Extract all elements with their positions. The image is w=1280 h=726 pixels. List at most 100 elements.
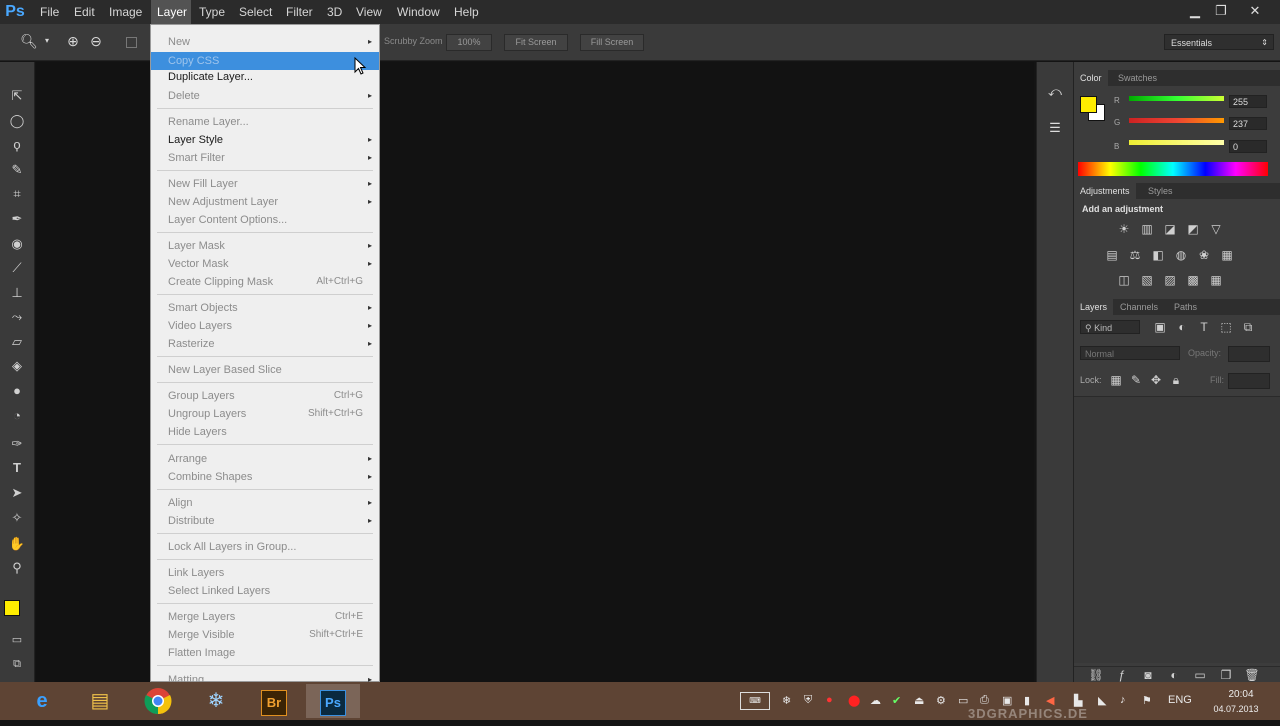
language-indicator[interactable]: ENG bbox=[1168, 694, 1192, 706]
quick-selection-icon[interactable]: ✎ bbox=[6, 160, 28, 180]
history-brush-icon[interactable]: ⤳ bbox=[6, 307, 28, 327]
layer-menu-item[interactable]: Video Layers ▸ bbox=[151, 317, 379, 335]
layer-menu-item[interactable]: New Layer Based Slice bbox=[151, 361, 379, 379]
tray-record-icon[interactable]: ● bbox=[826, 694, 833, 706]
healing-brush-icon[interactable]: ◉ bbox=[6, 234, 28, 254]
filter-pixel-icon[interactable]: ▣ bbox=[1152, 320, 1168, 334]
file-explorer-icon[interactable]: ▤ bbox=[76, 684, 124, 718]
resize-windows-checkbox[interactable] bbox=[126, 37, 137, 48]
elliptical-marquee-icon[interactable]: ◯ bbox=[6, 111, 28, 131]
tray-snowflake-icon[interactable]: ❄ bbox=[782, 694, 791, 707]
tray-alert-icon[interactable]: ⬤ bbox=[848, 694, 860, 707]
clone-stamp-icon[interactable]: ⊥ bbox=[6, 283, 28, 303]
lock-position-icon[interactable]: ✥ bbox=[1148, 373, 1164, 387]
layer-menu-item[interactable]: Select Linked Layers bbox=[151, 582, 379, 600]
brightness-contrast-icon[interactable]: ☀ bbox=[1116, 222, 1132, 236]
tray-shield-icon[interactable]: ⛨ bbox=[804, 694, 812, 707]
levels-icon[interactable]: ▥ bbox=[1139, 222, 1155, 236]
layer-menu-item[interactable]: Distribute ▸ bbox=[151, 512, 379, 530]
layer-menu-item[interactable]: Layer Style ▸ bbox=[151, 131, 379, 149]
zoom-tool-icon[interactable]: 🔍︎ bbox=[20, 32, 38, 50]
layer-menu-item[interactable]: Rename Layer... bbox=[151, 113, 379, 131]
history-panel-icon[interactable]: ⤺ bbox=[1045, 82, 1065, 102]
vibrance-icon[interactable]: ▽ bbox=[1208, 222, 1224, 236]
fg-color-chip[interactable] bbox=[1080, 96, 1097, 113]
layer-menu-item[interactable]: Link Layers bbox=[151, 564, 379, 582]
add-mask-icon[interactable]: ◙ bbox=[1140, 668, 1156, 682]
eraser-tool-icon[interactable]: ▱ bbox=[6, 332, 28, 352]
type-tool-icon[interactable]: T bbox=[6, 458, 28, 478]
foreground-color-swatch[interactable] bbox=[4, 600, 20, 616]
tray-flag-icon[interactable]: ⚑ bbox=[1142, 694, 1152, 707]
hand-tool-icon[interactable]: ✋ bbox=[6, 534, 28, 554]
link-layers-icon[interactable]: ⛓ bbox=[1088, 668, 1104, 682]
layers-list[interactable] bbox=[1074, 396, 1280, 663]
fx-icon[interactable]: ƒ bbox=[1114, 668, 1130, 682]
channel-r-value[interactable]: 255 bbox=[1229, 95, 1267, 108]
snowflake-app-icon[interactable]: ❄ bbox=[192, 684, 240, 718]
gradient-map-icon[interactable]: ▩ bbox=[1185, 273, 1201, 287]
filter-shape-icon[interactable]: ⬚ bbox=[1218, 320, 1234, 334]
menu-window[interactable]: Window bbox=[391, 0, 446, 24]
layer-menu-item[interactable]: Flatten Image bbox=[151, 644, 379, 662]
channel-mixer-icon[interactable]: ❀ bbox=[1196, 248, 1212, 262]
layer-menu-item[interactable]: Ungroup Layers Shift+Ctrl+G bbox=[151, 405, 379, 423]
color-lookup-icon[interactable]: ▦ bbox=[1219, 248, 1235, 262]
zoom-out-icon[interactable]: ⊖ bbox=[87, 32, 105, 50]
layer-menu-item[interactable]: New ▸ bbox=[151, 33, 379, 51]
menu-file[interactable]: File bbox=[34, 0, 65, 24]
menu-select[interactable]: Select bbox=[233, 0, 278, 24]
layer-menu-item[interactable]: Smart Objects ▸ bbox=[151, 299, 379, 317]
tray-gear-icon[interactable]: ⚙ bbox=[936, 694, 946, 707]
photoshop-taskbar-icon[interactable]: Ps bbox=[306, 684, 360, 718]
fit-screen-button[interactable]: Fit Screen bbox=[504, 34, 568, 51]
move-tool-icon[interactable]: ⇱ bbox=[6, 86, 28, 106]
tab-styles[interactable]: Styles bbox=[1142, 183, 1179, 199]
zoom-in-icon[interactable]: ⊕ bbox=[64, 32, 82, 50]
actual-pixels-button[interactable]: 100% bbox=[446, 34, 492, 51]
new-adjustment-icon[interactable]: ◐ bbox=[1166, 668, 1182, 682]
layer-menu-item[interactable]: Merge Layers Ctrl+E bbox=[151, 608, 379, 626]
crop-tool-icon[interactable]: ⌗ bbox=[6, 184, 28, 204]
tray-speaker-icon[interactable]: ♪ bbox=[1120, 694, 1126, 706]
tray-usb-icon[interactable]: ⏏ bbox=[914, 694, 924, 707]
path-selection-icon[interactable]: ➤ bbox=[6, 483, 28, 503]
exposure-icon[interactable]: ◩ bbox=[1185, 222, 1201, 236]
screen-mode-icon[interactable]: ⧉ bbox=[6, 654, 28, 674]
menu-type[interactable]: Type bbox=[193, 0, 231, 24]
menu-3d[interactable]: 3D bbox=[321, 0, 348, 24]
menu-filter[interactable]: Filter bbox=[280, 0, 319, 24]
layer-menu-item[interactable]: Merge Visible Shift+Ctrl+E bbox=[151, 626, 379, 644]
pen-tool-icon[interactable]: ✑ bbox=[6, 434, 28, 454]
tab-color[interactable]: Color bbox=[1074, 70, 1108, 86]
channel-b-slider[interactable] bbox=[1129, 140, 1224, 145]
menu-layer[interactable]: Layer bbox=[151, 0, 191, 24]
new-layer-icon[interactable]: ❐ bbox=[1218, 668, 1234, 682]
posterize-icon[interactable]: ▧ bbox=[1139, 273, 1155, 287]
tab-layers[interactable]: Layers bbox=[1074, 299, 1114, 315]
layer-filter-kind[interactable]: ⚲ Kind bbox=[1080, 320, 1140, 334]
eyedropper-icon[interactable]: ✒ bbox=[6, 209, 28, 229]
tray-check-icon[interactable]: ✔ bbox=[892, 694, 901, 707]
threshold-icon[interactable]: ▨ bbox=[1162, 273, 1178, 287]
layer-menu-item[interactable]: Align ▸ bbox=[151, 494, 379, 512]
bridge-icon[interactable]: Br bbox=[250, 684, 298, 718]
chevron-down-icon[interactable]: ▾ bbox=[38, 32, 56, 50]
opacity-input[interactable] bbox=[1228, 346, 1270, 362]
dodge-tool-icon[interactable]: ◔ bbox=[6, 406, 28, 426]
tab-adjustments[interactable]: Adjustments bbox=[1074, 183, 1136, 199]
tray-cloud-icon[interactable]: ☁ bbox=[870, 694, 881, 707]
keyboard-icon[interactable]: ⌨ bbox=[740, 692, 770, 710]
channel-g-value[interactable]: 237 bbox=[1229, 117, 1267, 130]
filter-adjustment-icon[interactable]: ◐ bbox=[1174, 320, 1190, 334]
fill-screen-button[interactable]: Fill Screen bbox=[580, 34, 644, 51]
layer-menu-item[interactable]: New Adjustment Layer ▸ bbox=[151, 193, 379, 211]
lock-all-icon[interactable]: 🔒︎ bbox=[1168, 373, 1184, 387]
clock-date[interactable]: 04.07.2013 bbox=[1206, 704, 1266, 714]
properties-panel-icon[interactable]: ☰ bbox=[1045, 118, 1065, 138]
hue-saturation-icon[interactable]: ▤ bbox=[1104, 248, 1120, 262]
menu-edit[interactable]: Edit bbox=[68, 0, 101, 24]
new-group-icon[interactable]: ▭ bbox=[1192, 668, 1208, 682]
chrome-icon[interactable] bbox=[134, 684, 182, 718]
layer-menu-item[interactable]: Layer Content Options... bbox=[151, 211, 379, 229]
